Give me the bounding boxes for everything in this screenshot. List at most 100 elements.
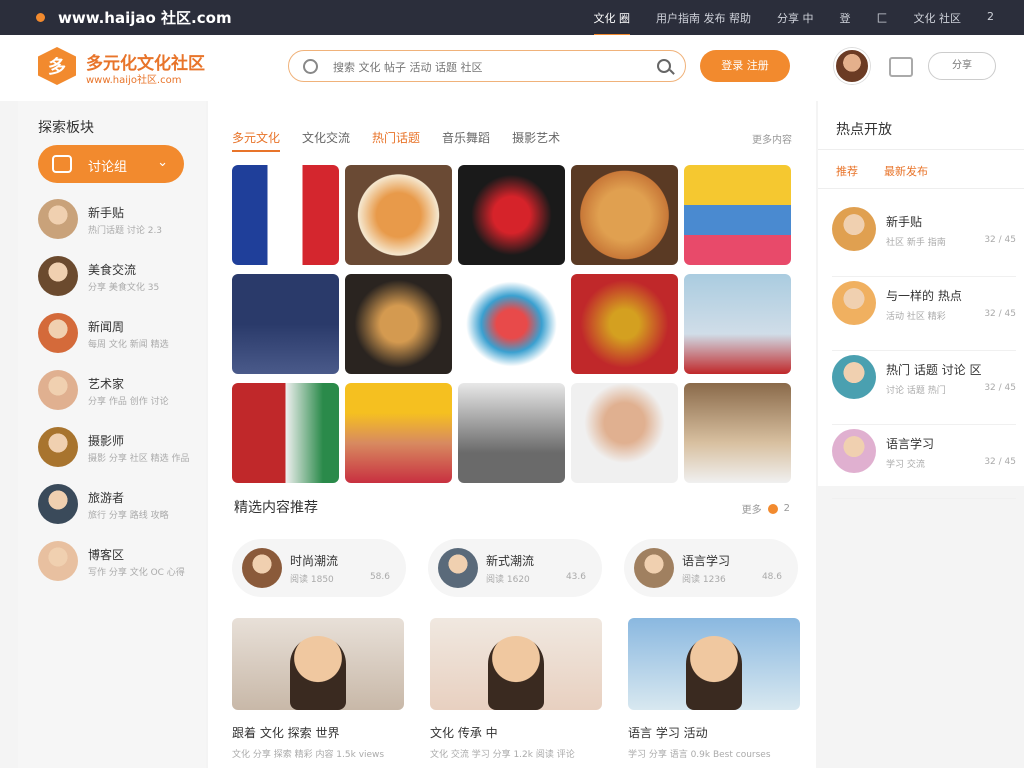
left-sidebar: 探索板块 讨论组 ⌄ 新手贴 热门话题 讨论 2.3 美食交流 分享 美食文化 35 新… — [18, 101, 206, 768]
user-name: 摄影师 — [88, 434, 125, 448]
tab-item[interactable]: 文化交流 — [302, 129, 350, 152]
pager-number[interactable]: 2 — [784, 503, 790, 514]
image-grid — [232, 165, 791, 483]
category-pill[interactable]: 新式潮流 阅读 1620 43.6 — [428, 539, 602, 597]
status-dot — [36, 13, 45, 22]
sidebar-title: 探索板块 — [38, 120, 94, 136]
list-item[interactable]: 与一样的 热点 活动 社区 精彩 32 / 45 — [832, 277, 1016, 351]
top-link[interactable]: 文化 圈 — [593, 10, 630, 36]
headdress-woman-tile[interactable] — [345, 383, 452, 483]
avatar — [38, 256, 78, 296]
list-item[interactable]: 新手贴 热门话题 讨论 2.3 — [38, 199, 198, 256]
top-link[interactable]: 文化 社区 — [914, 10, 962, 36]
costume-figures-tile[interactable] — [232, 274, 339, 374]
avatar — [634, 548, 674, 588]
user-subtitle: 分享 美食文化 35 — [88, 283, 160, 293]
list-item[interactable]: 新手贴 社区 新手 指南 32 / 45 — [832, 203, 1016, 277]
search-icon[interactable] — [657, 59, 671, 73]
globe-icon — [303, 59, 318, 74]
logo-mark: 多 — [48, 57, 66, 78]
dishes-set-tile[interactable] — [345, 274, 452, 374]
user-name: 新手贴 — [88, 206, 125, 220]
search-bar[interactable] — [288, 50, 686, 82]
site-url: www.haijao 社区.com — [58, 9, 232, 27]
pager-dot[interactable] — [767, 503, 778, 514]
card-meta: 学习 分享 语言 0.9k Best courses — [628, 750, 771, 760]
share-button[interactable]: 分享 — [928, 52, 996, 80]
embroidery-tile[interactable] — [458, 165, 565, 265]
list-item[interactable]: 新闻周 每周 文化 新闻 精选 — [38, 313, 198, 370]
message-icon[interactable] — [889, 57, 913, 77]
tab-latest[interactable]: 最新发布 — [884, 163, 928, 179]
list-item[interactable]: 语言学习 学习 交流 32 / 45 — [832, 425, 1016, 499]
list-item[interactable]: 艺术家 分享 作品 创作 讨论 — [38, 370, 198, 427]
list-item[interactable]: 热门 话题 讨论 区讨论 话题 热门 32 / 45 — [832, 351, 1016, 425]
textiles-tile[interactable] — [684, 165, 791, 265]
category-pill[interactable]: 语言学习 阅读 1236 48.6 — [624, 539, 798, 597]
avatar — [438, 548, 478, 588]
card-title: 跟着 文化 探索 世界 — [232, 726, 340, 740]
list-item[interactable]: 美食交流分享 美食文化 35 — [38, 256, 198, 313]
item-stats: 32 / 45 — [984, 457, 1016, 467]
man-portrait-tile[interactable] — [458, 383, 565, 483]
top-link[interactable]: 2 — [987, 10, 994, 36]
top-link[interactable]: 登 — [840, 10, 851, 36]
search-input[interactable] — [333, 57, 633, 77]
list-item[interactable]: 摄影师 摄影 分享 社区 精选 作品 — [38, 427, 198, 484]
category-name: 时尚潮流 — [290, 554, 339, 568]
woman-portrait-3-tile[interactable] — [684, 383, 791, 483]
woman-portrait-tile[interactable] — [684, 274, 791, 374]
login-button[interactable]: 登录 注册 — [700, 50, 790, 82]
tab-item[interactable]: 多元文化 — [232, 129, 281, 152]
flag-stripes-tile[interactable] — [232, 383, 339, 483]
dropdown-label: 讨论组 — [88, 160, 128, 175]
category-count: 58.6 — [369, 572, 390, 582]
card-meta: 文化 交流 学习 分享 1.2k 阅读 评论 — [430, 750, 575, 760]
avatar — [38, 370, 78, 410]
list-item[interactable]: 旅游者 旅行 分享 路线 攻略 — [38, 484, 198, 541]
pager[interactable]: 更多 2 — [742, 501, 790, 516]
item-meta: 社区 新手 指南 — [886, 238, 946, 248]
category-name: 语言学习 — [682, 554, 731, 568]
top-link[interactable]: 分享 中 — [777, 10, 814, 36]
site-subtitle: www.haijo社区.com — [86, 75, 182, 86]
card-image[interactable] — [628, 618, 800, 710]
tapestry-tile[interactable] — [571, 274, 678, 374]
featured-cards: 跟着 文化 探索 世界 文化 分享 探索 精彩 内容 1.5k views 文化 传… — [232, 618, 800, 760]
logo-icon[interactable]: 多 — [38, 47, 76, 85]
item-stats: 32 / 45 — [984, 383, 1016, 393]
avatar — [38, 484, 78, 524]
featured-card[interactable]: 语言 学习 活动 学习 分享 语言 0.9k Best courses — [628, 618, 800, 760]
tab-recommended[interactable]: 推荐 — [836, 163, 858, 179]
more-link[interactable]: 更多内容 — [752, 131, 792, 146]
category-dropdown[interactable]: 讨论组 ⌄ — [38, 145, 184, 183]
food-plate-tile[interactable] — [345, 165, 452, 265]
category-meta: 阅读 1236 — [682, 575, 726, 585]
top-link[interactable]: 匚 — [877, 10, 888, 36]
featured-card[interactable]: 跟着 文化 探索 世界 文化 分享 探索 精彩 内容 1.5k views — [232, 618, 404, 760]
featured-card[interactable]: 文化 传承 中文化 交流 学习 分享 1.2k 阅读 评论 — [430, 618, 602, 760]
flag-tile[interactable] — [232, 165, 339, 265]
dancer-figure-tile[interactable] — [458, 274, 565, 374]
card-image[interactable] — [232, 618, 404, 710]
item-name: 新手贴 — [886, 215, 923, 229]
category-pill[interactable]: 时尚潮流 阅读 1850 58.6 — [232, 539, 406, 597]
right-sidebar: 热点开放 推荐 最新发布 新手贴社区 新手 指南 32 / 45 与一样的 热点 活动… — [818, 101, 1024, 499]
dish-tile[interactable] — [571, 165, 678, 265]
user-list: 新手贴 热门话题 讨论 2.3 美食交流 分享 美食文化 35 新闻周 每周 文化 新闻 … — [38, 199, 198, 598]
avatar — [38, 313, 78, 353]
card-image[interactable] — [430, 618, 602, 710]
top-link[interactable]: 用户指南 发布 帮助 — [656, 10, 751, 36]
tab-item[interactable]: 热门话题 — [372, 129, 420, 152]
pager-label: 更多 — [741, 505, 762, 516]
woman-portrait-2-tile[interactable] — [571, 383, 678, 483]
tab-item[interactable]: 摄影艺术 — [512, 129, 560, 152]
user-name: 美食交流 — [88, 263, 137, 277]
user-avatar[interactable] — [834, 48, 870, 84]
right-title: 热点开放 — [836, 122, 892, 138]
item-name: 热门 话题 讨论 区 — [886, 363, 982, 377]
item-meta: 学习 交流 — [886, 460, 925, 470]
list-item[interactable]: 博客区 写作 分享 文化 OC 心得 — [38, 541, 198, 598]
tab-item[interactable]: 音乐舞蹈 — [442, 129, 490, 152]
user-subtitle: 写作 分享 文化 OC 心得 — [88, 568, 185, 578]
